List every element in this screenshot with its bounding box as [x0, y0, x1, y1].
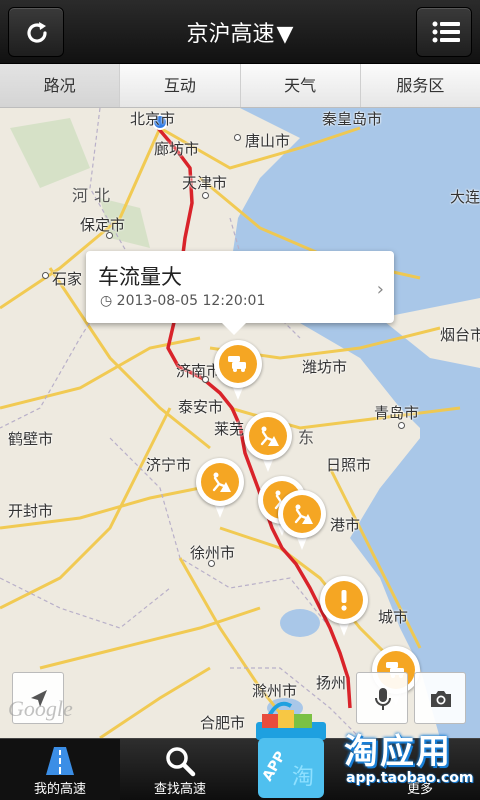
- route-title-dropdown[interactable]: 京沪高速▼: [120, 16, 360, 48]
- refresh-button[interactable]: [8, 7, 64, 57]
- city-label: 烟台市: [440, 326, 480, 344]
- city-label: 廊坊市: [154, 140, 200, 158]
- route-title: 京沪高速: [186, 22, 275, 47]
- city-label: 北京市: [130, 110, 176, 128]
- clock-icon: ◷: [100, 293, 117, 309]
- city-label: 秦皇岛市: [322, 110, 383, 128]
- tab-weather[interactable]: 天气: [241, 64, 361, 107]
- road-work-icon: [294, 504, 313, 524]
- city-label: 鹤壁市: [8, 430, 54, 448]
- camera-button[interactable]: [414, 672, 466, 724]
- city-marker: [106, 232, 113, 239]
- region-label: 东: [298, 428, 321, 447]
- tab-road-conditions[interactable]: 路况: [0, 64, 121, 107]
- city-label: 城市: [378, 608, 409, 626]
- road-work-pin[interactable]: [278, 490, 326, 552]
- refresh-icon: [27, 22, 47, 43]
- nav-my-highway[interactable]: 我的高速: [0, 739, 120, 800]
- tab-interaction[interactable]: 互动: [120, 64, 241, 107]
- nav-label: 我的高速: [33, 782, 86, 797]
- watermark-url: app.taobao.com: [346, 770, 474, 786]
- voice-input-button[interactable]: [356, 672, 408, 724]
- city-marker: [202, 192, 209, 199]
- city-label: 开封市: [8, 502, 54, 520]
- watermark-brand: 淘应用: [344, 732, 452, 772]
- svg-text:淘: 淘: [292, 765, 314, 790]
- city-label: 日照市: [326, 456, 372, 474]
- road-work-pin[interactable]: [244, 412, 292, 474]
- warning-pin[interactable]: [320, 576, 368, 638]
- city-label: 潍坊市: [302, 358, 348, 376]
- list-menu-icon: [432, 21, 460, 43]
- city-label: 合肥市: [200, 714, 246, 732]
- highway-icon: [46, 747, 74, 775]
- traffic-jam-pin[interactable]: [214, 340, 262, 402]
- city-label: 青岛市: [374, 404, 420, 422]
- event-time: ◷ 2013-08-05 12:20:01: [100, 293, 266, 309]
- event-info-popup[interactable]: 车流量大 ◷ 2013-08-05 12:20:01 ›: [86, 251, 394, 335]
- caret-down-icon: ▼: [276, 22, 294, 47]
- tab-bar: 路况 互动 天气 服务区: [0, 64, 480, 108]
- map-view[interactable]: 北京市 廊坊市 唐山市 秦皇岛市 天津市 大连 保定市 河北 石家 济南市 泰安…: [0, 108, 480, 738]
- city-label: 港市: [330, 516, 361, 534]
- city-marker: [398, 422, 405, 429]
- city-label: 大连: [450, 188, 480, 206]
- taobao-watermark: 淘应用 app.taobao.com: [338, 724, 478, 800]
- road-work-icon: [212, 472, 231, 492]
- camera-icon: [431, 691, 451, 707]
- nav-label: 查找高速: [153, 782, 206, 797]
- road-work-pin[interactable]: [196, 458, 244, 520]
- nav-find-highway[interactable]: 查找高速: [120, 739, 240, 800]
- road-work-icon: [260, 426, 279, 446]
- city-label: 石家: [52, 270, 83, 288]
- menu-button[interactable]: [416, 7, 472, 57]
- exclamation-icon: [341, 590, 347, 611]
- city-marker: [42, 272, 49, 279]
- region-label: 河北: [72, 186, 117, 205]
- chevron-right-icon: ›: [376, 279, 384, 300]
- city-label: 扬州: [316, 674, 347, 692]
- tab-service-area[interactable]: 服务区: [361, 64, 480, 107]
- city-marker: [234, 134, 241, 141]
- taobao-app-bag-logo: APP 淘: [256, 701, 326, 798]
- microphone-icon: [375, 688, 391, 710]
- city-label: 保定市: [80, 216, 126, 234]
- event-title: 车流量大: [98, 265, 182, 289]
- city-label: 济宁市: [146, 456, 192, 474]
- app-header: 京沪高速▼: [0, 0, 480, 64]
- map-attribution: Google: [8, 696, 73, 721]
- city-label: 唐山市: [245, 132, 291, 150]
- search-icon: [166, 747, 196, 777]
- city-label: 莱芜: [214, 420, 245, 438]
- city-marker: [208, 560, 215, 567]
- city-label: 天津市: [182, 174, 228, 192]
- city-marker: [202, 376, 209, 383]
- traffic-jam-icon: [228, 356, 246, 372]
